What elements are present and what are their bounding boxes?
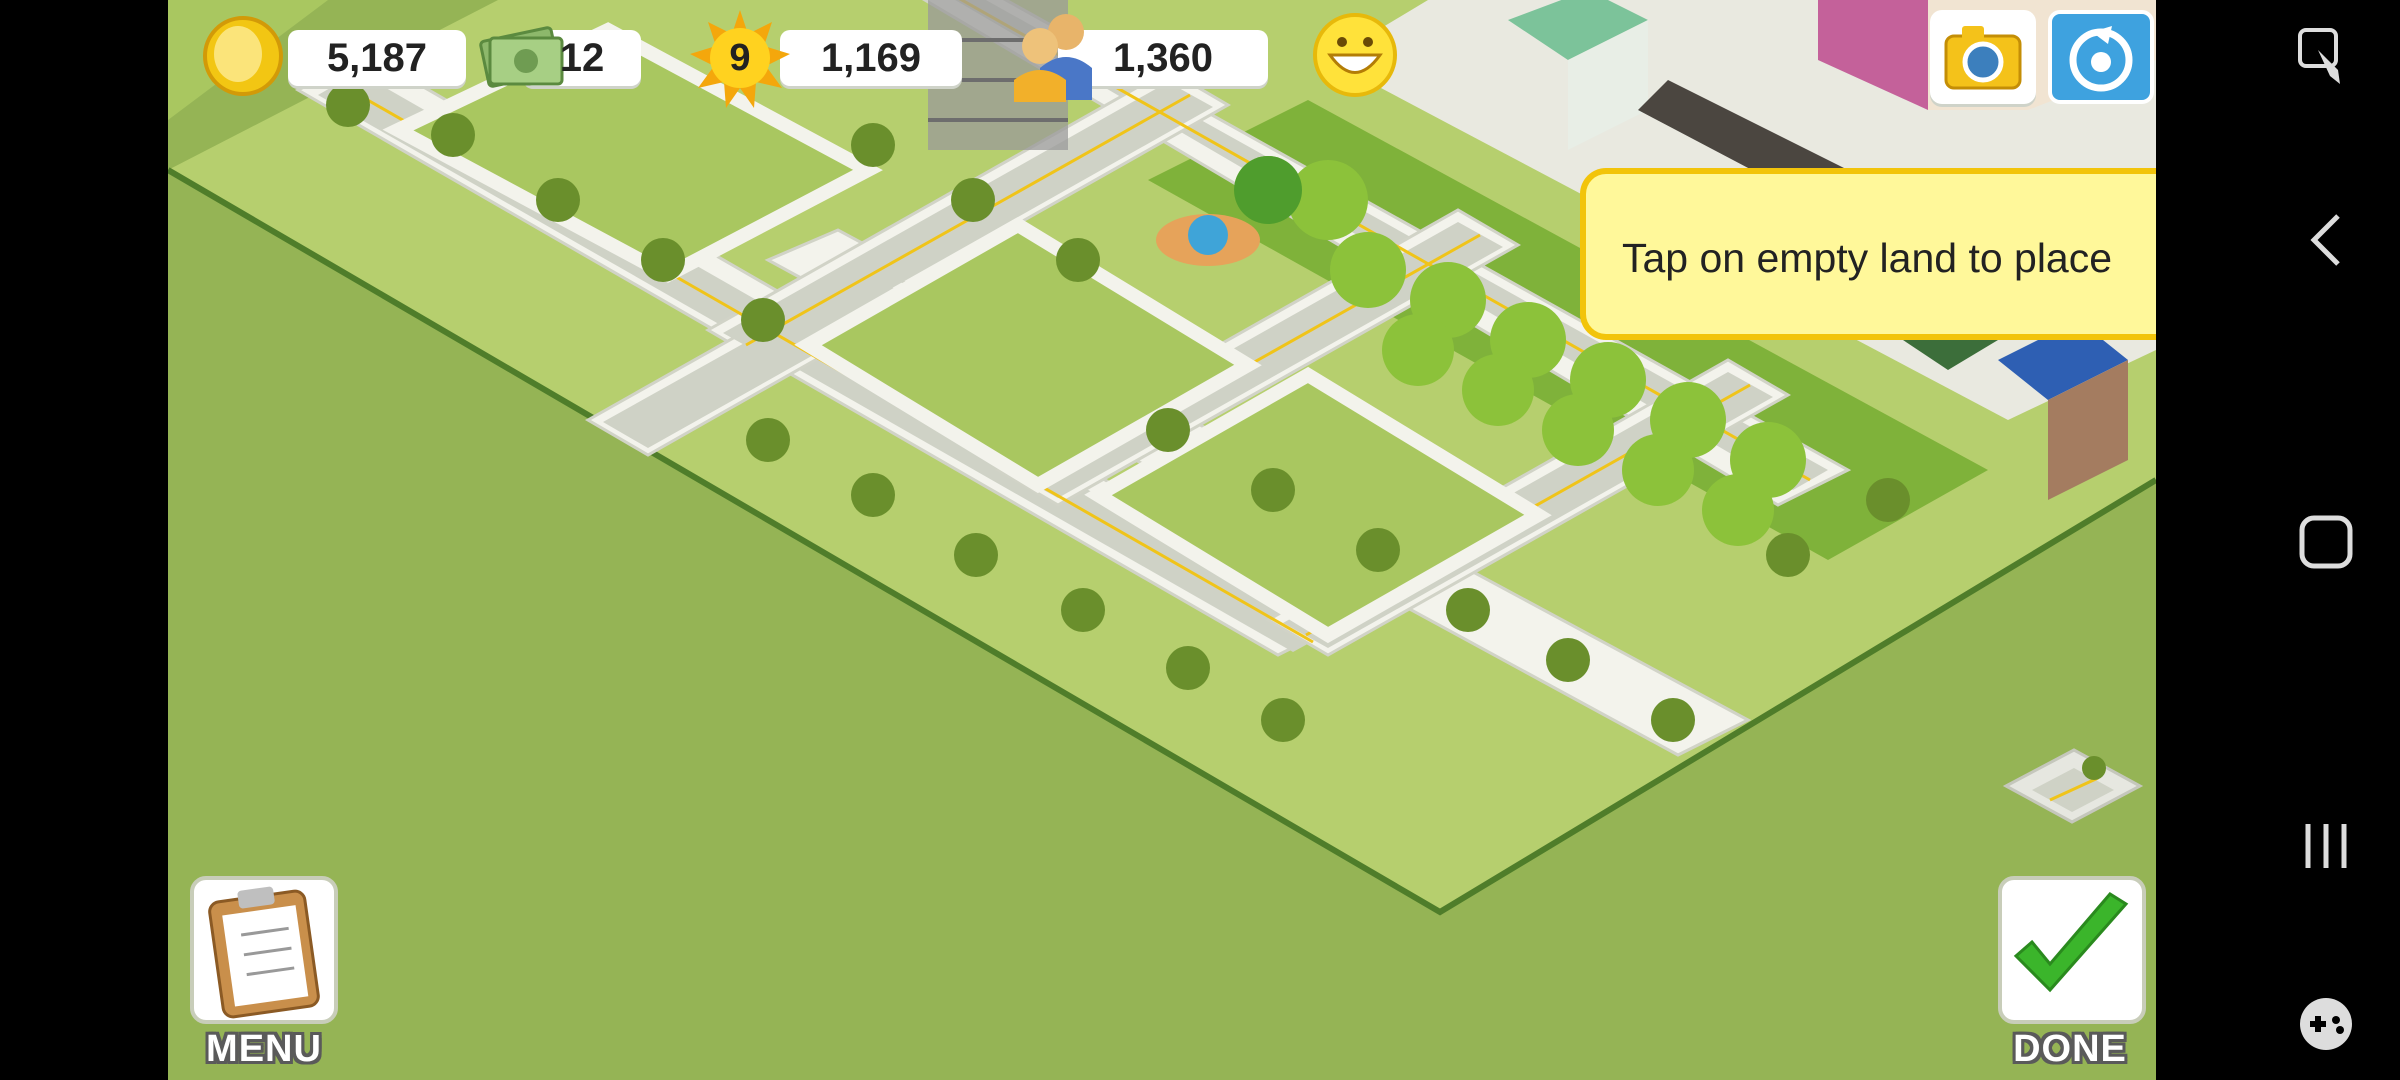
back-icon[interactable] bbox=[2304, 210, 2348, 270]
placement-hint: Tap on empty land to place bbox=[1580, 168, 2156, 340]
camera-icon bbox=[1944, 26, 2022, 90]
recents-icon[interactable] bbox=[2300, 820, 2352, 872]
menu-label[interactable]: MENU bbox=[168, 1028, 364, 1071]
gamepad-icon[interactable] bbox=[2296, 994, 2356, 1054]
camera-button[interactable] bbox=[1930, 10, 2036, 104]
coins-value: 5,187 bbox=[326, 36, 428, 80]
done-button[interactable] bbox=[1998, 876, 2146, 1024]
game-viewport[interactable]: 5,187 12 9 1,169 1,360 Tap on empty land… bbox=[168, 0, 2156, 1080]
share-button[interactable] bbox=[2048, 10, 2154, 104]
placement-hint-text: Tap on empty land to place bbox=[1622, 235, 2113, 281]
checkmark-icon bbox=[2013, 892, 2129, 993]
clipboard-icon bbox=[208, 886, 320, 1019]
road-tile-icon[interactable] bbox=[2002, 738, 2144, 828]
home-icon[interactable] bbox=[2298, 514, 2354, 570]
cash-value: 12 bbox=[559, 36, 605, 80]
screenshot-icon[interactable] bbox=[2296, 26, 2352, 90]
done-label[interactable]: DONE bbox=[1970, 1028, 2156, 1071]
system-nav-bar bbox=[2156, 0, 2400, 1080]
level-value: 9 bbox=[729, 37, 751, 79]
happiness-icon[interactable] bbox=[1310, 10, 1400, 100]
city-map[interactable] bbox=[168, 0, 2156, 1080]
coin-icon bbox=[203, 16, 283, 96]
population-value: 1,360 bbox=[1112, 36, 1214, 80]
share-icon bbox=[2069, 26, 2133, 92]
menu-button[interactable] bbox=[190, 876, 338, 1024]
experience-value: 1,169 bbox=[820, 36, 922, 80]
